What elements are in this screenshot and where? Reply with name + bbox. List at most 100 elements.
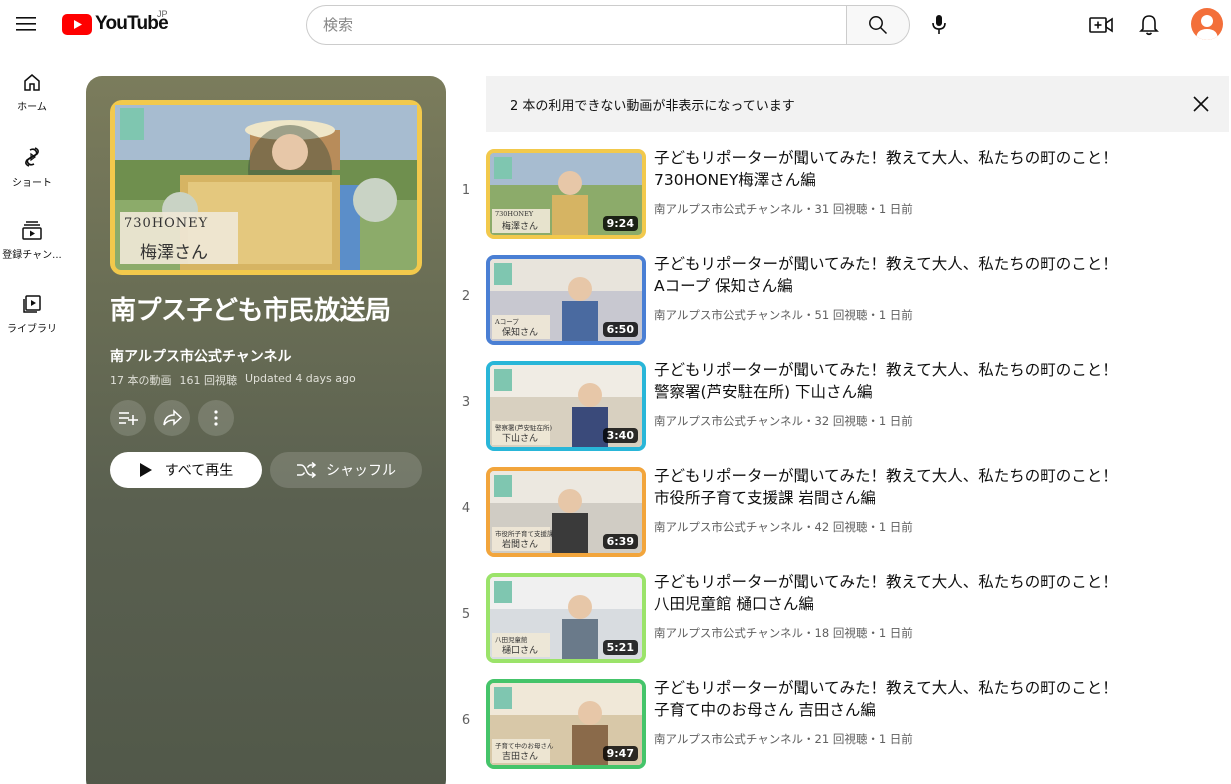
video-duration-badge: 6:39 <box>602 534 638 549</box>
share-icon <box>163 409 182 426</box>
voice-search-button[interactable] <box>920 6 958 44</box>
video-title-line: Aコープ 保知さん編 <box>654 277 793 295</box>
video-camera-plus-icon <box>1089 17 1113 33</box>
video-duration-badge: 3:40 <box>602 428 638 443</box>
thumbnail-caption-bottom: 岩間さん <box>502 540 539 550</box>
video-index: 1 <box>461 183 471 198</box>
video-thumbnail[interactable]: 八田児童館 樋口さん 5:21 <box>486 573 646 663</box>
video-title-line: 子どもリポーターが聞いてみた！教えて大人、私たちの町のこと！ <box>654 149 1118 167</box>
shuffle-label: シャッフル <box>326 463 396 479</box>
nav-item-library[interactable]: ライブラリ <box>0 278 64 352</box>
video-title-line: 子どもリポーターが聞いてみた！教えて大人、私たちの町のこと！ <box>654 679 1118 697</box>
shorts-icon <box>25 147 39 167</box>
thumbnail-caption-bottom: 吉田さん <box>502 752 539 762</box>
playlist-views: 161 回視聴 <box>179 374 238 387</box>
nav-item-shorts[interactable]: ショート <box>0 130 64 204</box>
playlist-video-row[interactable]: 4 市役所子育て支援課 岩間さん 6:39 子どもリポーターが聞いてみた！教えて… <box>446 463 1231 569</box>
notifications-button[interactable] <box>1131 7 1167 43</box>
video-title-line: 八田児童館 樋口さん編 <box>654 595 814 613</box>
video-thumbnail[interactable]: 子育て中のお母さん 吉田さん 9:47 <box>486 679 646 769</box>
video-index: 6 <box>461 713 471 728</box>
video-title-line: 730HONEY梅澤さん編 <box>654 171 816 189</box>
video-title-line: 子育て中のお母さん 吉田さん編 <box>654 701 876 719</box>
video-title-link[interactable]: 子どもリポーターが聞いてみた！教えて大人、私たちの町のこと！ 子育て中のお母さん… <box>654 677 1214 721</box>
shuffle-button[interactable]: シャッフル <box>270 452 422 488</box>
create-button[interactable] <box>1083 7 1119 43</box>
library-icon <box>23 295 41 313</box>
video-index: 3 <box>461 395 471 410</box>
video-duration-badge: 9:47 <box>602 746 638 761</box>
video-meta: 南アルプス市公式チャンネル・51 回視聴・1 日前 <box>654 308 913 322</box>
search-icon <box>869 16 888 35</box>
video-title-link[interactable]: 子どもリポーターが聞いてみた！教えて大人、私たちの町のこと！ 警察署(芦安駐在所… <box>654 359 1214 403</box>
search-button[interactable] <box>846 5 910 45</box>
more-actions-button[interactable] <box>198 400 234 436</box>
playlist-video-row[interactable]: 2 Aコープ 保知さん 6:50 子どもリポーターが聞いてみた！教えて大人、私た… <box>446 251 1231 357</box>
video-title-line: 警察署(芦安駐在所) 下山さん編 <box>654 383 873 401</box>
nav-item-label: ショート <box>12 178 52 189</box>
search-input[interactable] <box>306 5 846 45</box>
playlist-channel-link[interactable]: 南アルプス市公式チャンネル <box>110 346 291 366</box>
playlist-header-panel: 730HONEY 梅澤さん 南プス子ども市民放送局 南アルプス市公式チャンネル … <box>86 76 446 784</box>
more-vert-icon <box>214 410 218 426</box>
save-playlist-button[interactable] <box>110 400 146 436</box>
video-thumbnail[interactable]: 市役所子育て支援課 岩間さん 6:39 <box>486 467 646 557</box>
video-title-link[interactable]: 子どもリポーターが聞いてみた！教えて大人、私たちの町のこと！ Aコープ 保知さん… <box>654 253 1214 297</box>
video-title-line: 市役所子育て支援課 岩間さん編 <box>654 489 876 507</box>
avatar[interactable] <box>1191 8 1223 40</box>
video-meta: 南アルプス市公式チャンネル・42 回視聴・1 日前 <box>654 520 913 534</box>
nav-item-label: 登録チャン... <box>2 250 62 261</box>
play-all-label: すべて再生 <box>164 463 234 479</box>
playlist-video-row[interactable]: 6 子育て中のお母さん 吉田さん 9:47 子どもリポーターが聞いてみた！教えて… <box>446 675 1231 781</box>
bell-icon <box>1139 15 1159 36</box>
menu-icon[interactable] <box>10 8 42 40</box>
nav-item-subscriptions[interactable]: 登録チャン... <box>0 204 64 278</box>
notice-close-button[interactable] <box>1187 90 1215 118</box>
microphone-icon <box>932 15 946 34</box>
video-meta: 南アルプス市公式チャンネル・18 回視聴・1 日前 <box>654 626 913 640</box>
nav-item-home[interactable]: ホーム <box>0 56 64 130</box>
search-bar <box>306 5 910 45</box>
video-title-link[interactable]: 子どもリポーターが聞いてみた！教えて大人、私たちの町のこと！ 八田児童館 樋口さ… <box>654 571 1214 615</box>
playlist-updated: Updated 4 days ago <box>245 372 356 385</box>
thumbnail-caption-bottom: 梅澤さん <box>140 243 208 263</box>
notice-text: 2 本の利用できない動画が非表示になっています <box>510 98 795 114</box>
youtube-logo[interactable]: YouTube JP <box>62 9 169 35</box>
video-duration-badge: 6:50 <box>602 322 638 337</box>
video-duration-badge: 9:24 <box>602 216 638 231</box>
playlist-video-count: 17 本の動画 <box>110 374 172 387</box>
left-nav: ホーム ショート 登録チャン... ライブラリ <box>0 56 64 352</box>
thumbnail-caption-top: 730HONEY <box>495 210 534 218</box>
thumbnail-caption-top: 730HONEY <box>124 216 209 231</box>
thumbnail-caption-bottom: 梅澤さん <box>502 222 539 232</box>
video-title-line: 子どもリポーターが聞いてみた！教えて大人、私たちの町のこと！ <box>654 573 1118 591</box>
video-index: 5 <box>461 607 471 622</box>
playlist-video-row[interactable]: 5 八田児童館 樋口さん 5:21 子どもリポーターが聞いてみた！教えて大人、私… <box>446 569 1231 675</box>
video-title-line: 子どもリポーターが聞いてみた！教えて大人、私たちの町のこと！ <box>654 255 1118 273</box>
playlist-thumbnail[interactable]: 730HONEY 梅澤さん <box>110 100 422 275</box>
thumbnail-caption-bottom: 下山さん <box>502 434 539 444</box>
thumbnail-caption-bottom: 樋口さん <box>502 646 539 656</box>
video-duration-badge: 5:21 <box>602 640 638 655</box>
playlist-actions <box>110 400 234 436</box>
user-silhouette-icon <box>1196 15 1218 40</box>
nav-item-label: ライブラリ <box>7 324 57 335</box>
playlist-video-row[interactable]: 3 警察署(芦安駐在所) 下山さん 3:40 子どもリポーターが聞いてみた！教え… <box>446 357 1231 463</box>
share-button[interactable] <box>154 400 190 436</box>
video-thumbnail[interactable]: 730HONEY 梅澤さん 9:24 <box>486 149 646 239</box>
shuffle-icon <box>297 462 316 478</box>
playlist-video-row[interactable]: 1 730HONEY 梅澤さん 9:24 子どもリポーターが聞いてみた！教えて大… <box>446 145 1231 251</box>
top-bar: YouTube JP <box>0 0 1231 50</box>
close-icon <box>1193 96 1209 112</box>
playlist-meta: 17 本の動画 161 回視聴 Updated 4 days ago <box>110 372 356 388</box>
play-all-button[interactable]: すべて再生 <box>110 452 262 488</box>
video-thumbnail[interactable]: 警察署(芦安駐在所) 下山さん 3:40 <box>486 361 646 451</box>
video-title-line: 子どもリポーターが聞いてみた！教えて大人、私たちの町のこと！ <box>654 361 1118 379</box>
video-title-link[interactable]: 子どもリポーターが聞いてみた！教えて大人、私たちの町のこと！ 市役所子育て支援課… <box>654 465 1214 509</box>
video-title-link[interactable]: 子どもリポーターが聞いてみた！教えて大人、私たちの町のこと！ 730HONEY梅… <box>654 147 1214 191</box>
video-meta: 南アルプス市公式チャンネル・32 回視聴・1 日前 <box>654 414 913 428</box>
play-icon <box>139 463 152 477</box>
video-meta: 南アルプス市公式チャンネル・31 回視聴・1 日前 <box>654 202 913 216</box>
video-thumbnail[interactable]: Aコープ 保知さん 6:50 <box>486 255 646 345</box>
nav-item-label: ホーム <box>17 102 47 113</box>
